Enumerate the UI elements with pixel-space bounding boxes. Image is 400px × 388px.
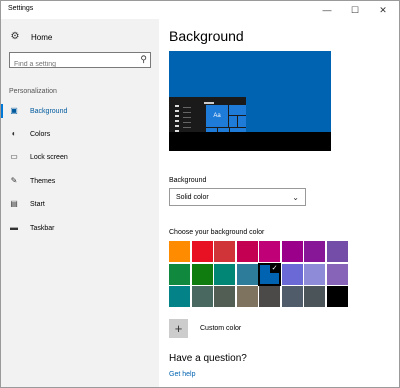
checkmark-icon: ✓ [270,264,279,273]
preview-taskbar [169,132,331,151]
sidebar-item-lock-screen[interactable]: ▭ Lock screen [1,146,159,168]
color-swatch[interactable] [327,264,348,285]
color-swatch[interactable] [282,264,303,285]
brush-icon: ✎ [10,176,18,185]
color-swatch[interactable] [237,264,258,285]
plus-icon: + [169,319,188,338]
background-preview: Aa [169,51,331,151]
color-swatch[interactable] [304,241,325,262]
minimize-button[interactable]: — [313,1,341,19]
preview-tile: Aa [206,105,228,127]
maximize-button[interactable]: ☐ [341,1,369,19]
color-swatch[interactable] [214,286,235,307]
custom-color-button[interactable]: + Custom color [169,319,241,338]
section-heading: Personalization [9,88,57,95]
chevron-down-icon: ⌄ [292,192,299,202]
get-help-link[interactable]: Get help [169,371,195,378]
sidebar: ⚙ Home ⚲ Personalization ▣ Background ◐ … [1,19,159,387]
search-input[interactable] [10,57,130,72]
close-button[interactable]: ✕ [369,1,397,19]
color-swatch[interactable] [192,264,213,285]
color-swatch[interactable] [304,286,325,307]
color-swatch[interactable] [259,286,280,307]
palette-icon: ◐ [11,129,17,138]
page-title: Background [169,28,244,44]
color-heading: Choose your background color [169,229,265,236]
sidebar-item-label: Themes [30,177,56,185]
sidebar-item-background[interactable]: ▣ Background [1,100,159,122]
color-swatch[interactable] [169,241,190,262]
color-swatch[interactable] [304,264,325,285]
sidebar-item-themes[interactable]: ✎ Themes [1,170,159,192]
background-dropdown[interactable]: Solid color ⌄ [169,188,306,206]
sidebar-item-label: Taskbar [30,224,55,232]
sidebar-item-colors[interactable]: ◐ Colors [1,123,159,145]
settings-window: Settings — ☐ ✕ ⚙ Home ⚲ Personalization … [0,0,400,388]
start-icon: ▤ [10,199,18,208]
color-swatch[interactable]: ✓ [258,263,281,286]
color-swatch[interactable] [259,241,280,262]
monitor-icon: ▭ [10,152,18,161]
search-icon[interactable]: ⚲ [140,54,147,65]
sidebar-item-label: Lock screen [30,153,68,161]
sidebar-item-label: Colors [30,130,51,138]
color-swatch[interactable] [282,241,303,262]
sidebar-item-taskbar[interactable]: ▬ Taskbar [1,217,159,239]
sidebar-item-start[interactable]: ▤ Start [1,193,159,215]
gear-icon: ⚙ [10,31,20,42]
sidebar-item-label: Start [30,200,45,208]
home-label: Home [31,32,53,42]
custom-color-label: Custom color [200,325,242,332]
color-swatch[interactable] [327,286,348,307]
dropdown-value: Solid color [176,193,209,201]
picture-icon: ▣ [10,106,18,115]
sidebar-item-label: Background [30,107,68,115]
sidebar-item-home[interactable]: ⚙ Home [9,31,53,43]
color-swatch-grid: ✓ [169,241,349,311]
color-swatch[interactable] [282,286,303,307]
color-swatch[interactable] [327,241,348,262]
color-swatch[interactable] [214,241,235,262]
color-swatch[interactable] [214,264,235,285]
window-title: Settings [8,5,34,12]
title-bar[interactable]: Settings — ☐ ✕ [1,1,399,19]
color-swatch[interactable] [192,241,213,262]
color-swatch[interactable] [237,241,258,262]
color-swatch[interactable] [169,264,190,285]
question-heading: Have a question? [169,353,247,364]
main-content: Background Aa Background Solid color ⌄ C… [159,19,399,387]
color-swatch[interactable] [237,286,258,307]
background-label: Background [169,177,207,184]
search-box[interactable]: ⚲ [9,52,151,72]
color-swatch[interactable] [192,286,213,307]
color-swatch[interactable] [169,286,190,307]
taskbar-icon: ▬ [10,223,18,232]
